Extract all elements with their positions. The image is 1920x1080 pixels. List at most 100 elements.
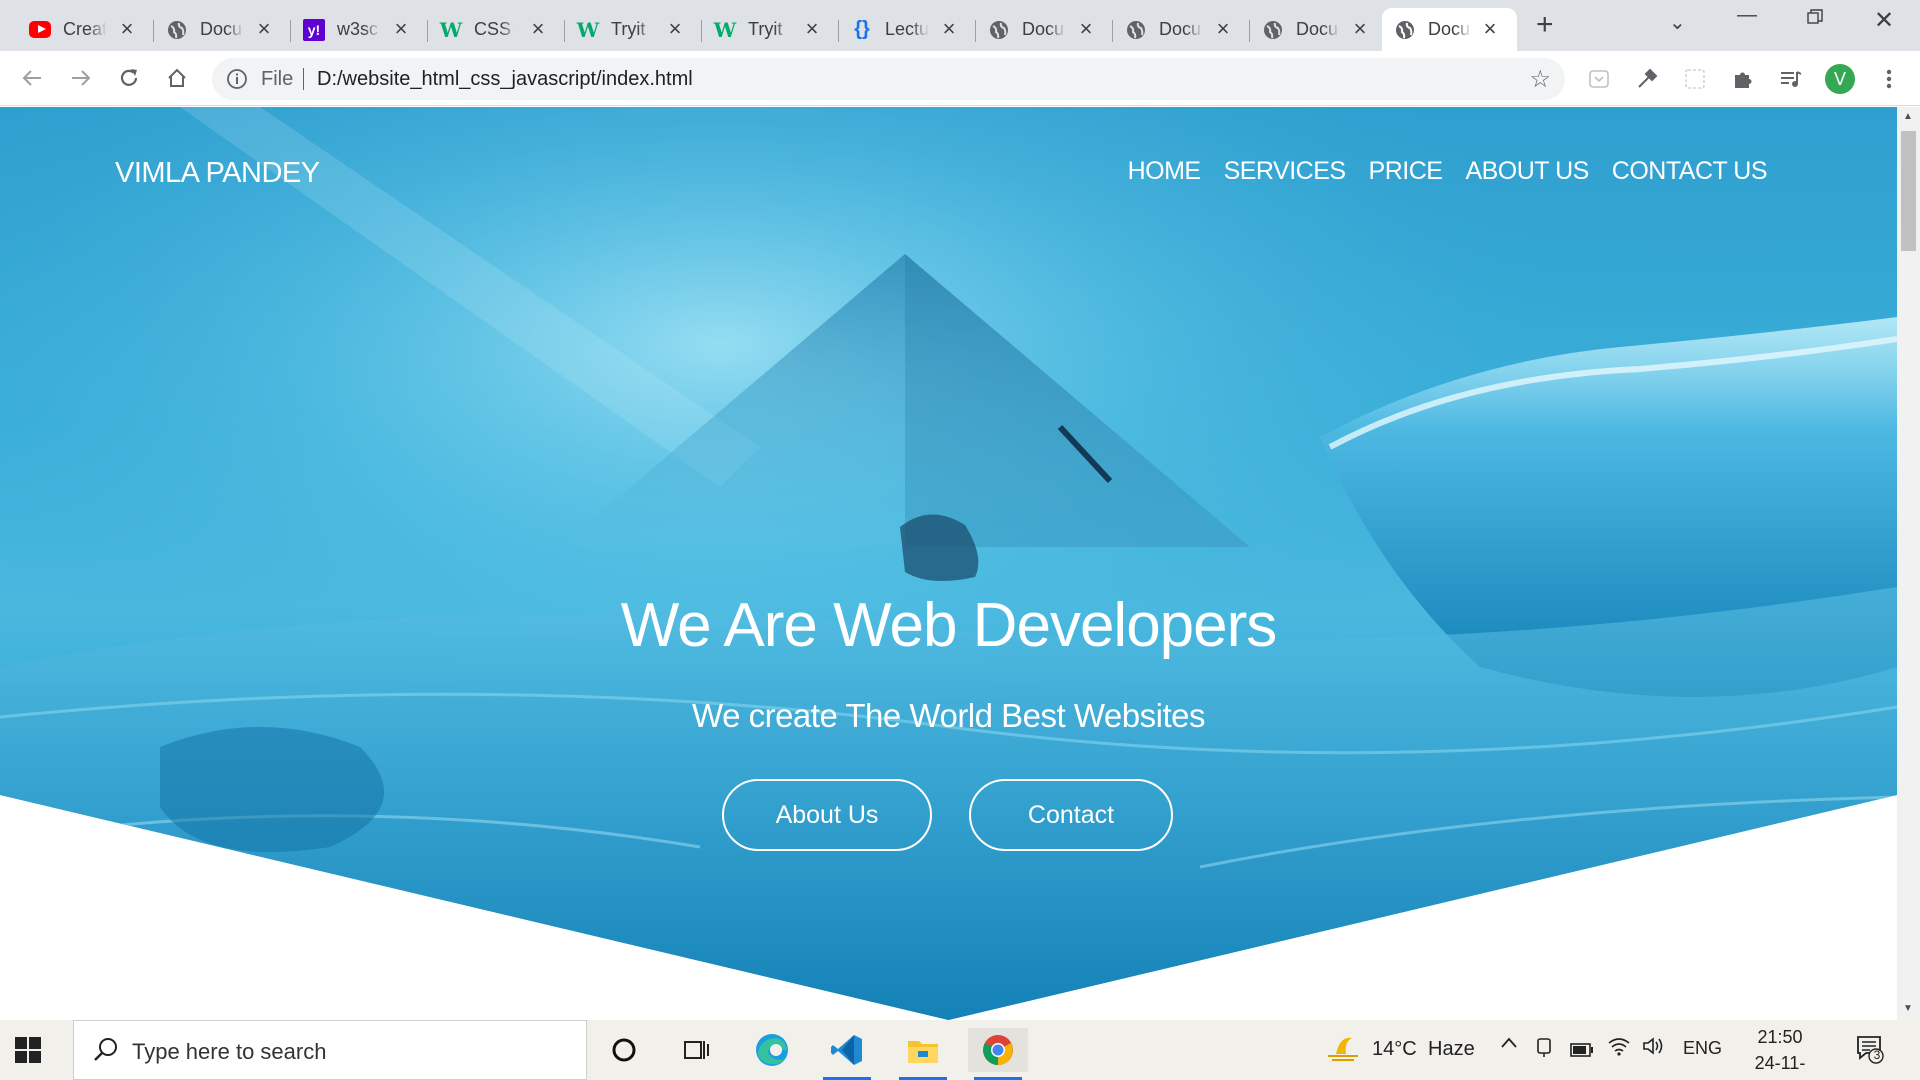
tab-5[interactable]: W Tryit × [702, 8, 839, 51]
contact-button[interactable]: Contact [969, 779, 1173, 851]
tab-3[interactable]: W CSS f × [428, 8, 565, 51]
cortana-icon[interactable] [594, 1028, 654, 1072]
meet-now-icon[interactable] [1535, 1036, 1555, 1064]
tab-0[interactable]: Creat × [17, 8, 154, 51]
tab-8[interactable]: Docu × [1113, 8, 1250, 51]
profile-avatar[interactable]: V [1825, 64, 1855, 94]
close-icon[interactable]: × [803, 18, 821, 40]
weather-condition[interactable]: Haze [1428, 1038, 1475, 1061]
tab-2[interactable]: y! w3sc × [291, 8, 428, 51]
puzzle-extensions-icon[interactable] [1730, 66, 1756, 92]
vscode-icon[interactable] [817, 1028, 877, 1080]
info-icon[interactable] [226, 68, 248, 90]
reload-button[interactable] [114, 63, 144, 93]
tab-label: Lectu [885, 19, 929, 39]
minimize-button[interactable]: — [1737, 4, 1757, 27]
windows-taskbar: Type here to search 14°C Haze ENG 21:50 … [0, 1020, 1920, 1080]
show-hidden-icons-chevron-icon[interactable] [1499, 1034, 1519, 1057]
battery-icon[interactable] [1570, 1040, 1594, 1063]
search-icon [92, 1036, 120, 1064]
address-bar[interactable]: File D:/website_html_css_javascript/inde… [212, 58, 1565, 100]
close-icon[interactable]: × [1351, 18, 1369, 40]
youtube-icon [29, 19, 51, 41]
hero-section: VIMLA PANDEY HOME SERVICES PRICE ABOUT U… [0, 107, 1897, 1020]
close-icon[interactable]: × [1214, 18, 1232, 40]
tab-strip: Creat × Docu × y! w3sc × W CSS f × W Try… [0, 0, 1920, 51]
tab-label: Tryit [611, 19, 646, 39]
scrollbar-thumb[interactable] [1901, 131, 1916, 251]
new-tab-button[interactable]: + [1536, 10, 1554, 40]
globe-icon [166, 19, 188, 41]
tab-label: CSS f [474, 19, 518, 39]
tab-label: Docu [1022, 19, 1065, 39]
scroll-up-arrow-icon[interactable]: ▲ [1903, 111, 1913, 122]
task-view-icon[interactable] [666, 1028, 726, 1072]
tab-label: Docu [1296, 19, 1339, 39]
nav-about-us[interactable]: ABOUT US [1465, 157, 1589, 186]
tab-9[interactable]: Docu × [1250, 8, 1387, 51]
wifi-icon[interactable] [1607, 1036, 1631, 1062]
nav-price[interactable]: PRICE [1369, 157, 1443, 186]
close-icon[interactable]: × [118, 18, 136, 40]
scroll-down-arrow-icon[interactable]: ▼ [1903, 1003, 1913, 1014]
system-clock[interactable]: 21:50 24-11-2021 [1735, 1024, 1825, 1080]
globe-icon [988, 19, 1010, 41]
home-button[interactable] [162, 63, 192, 93]
tab-label: Docu [1428, 19, 1471, 39]
hero-headline: We Are Web Developers [620, 591, 1278, 660]
windows-start-icon[interactable] [14, 1036, 42, 1064]
page-viewport: VIMLA PANDEY HOME SERVICES PRICE ABOUT U… [0, 107, 1897, 1020]
code-brace-icon: {} [854, 18, 870, 40]
url-text[interactable]: D:/website_html_css_javascript/index.htm… [317, 68, 693, 91]
menu-kebab-icon[interactable] [1876, 66, 1902, 92]
nav-services[interactable]: SERVICES [1224, 157, 1346, 186]
tab-search-chevron-icon[interactable]: ⌄ [1669, 10, 1686, 35]
close-icon[interactable]: × [1077, 18, 1095, 40]
volume-icon[interactable] [1642, 1036, 1666, 1062]
clock-date: 24-11-2021 [1754, 1053, 1806, 1080]
notifications-icon[interactable]: 3 [1856, 1034, 1886, 1064]
pocket-extension-icon[interactable] [1586, 66, 1612, 92]
close-icon[interactable]: × [666, 18, 684, 40]
tab-4[interactable]: W Tryit × [565, 8, 702, 51]
close-icon[interactable]: × [1481, 18, 1499, 40]
browser-toolbar: File D:/website_html_css_javascript/inde… [0, 51, 1920, 106]
page-scrollbar[interactable]: ▲ ▼ [1897, 107, 1920, 1020]
chrome-icon[interactable] [968, 1028, 1028, 1080]
close-icon[interactable]: × [392, 18, 410, 40]
brand-logo[interactable]: VIMLA PANDEY [115, 157, 320, 190]
about-us-button[interactable]: About Us [722, 779, 932, 851]
globe-icon [1125, 19, 1147, 41]
weather-icon[interactable] [1326, 1032, 1360, 1070]
nav-home[interactable]: HOME [1128, 157, 1202, 186]
yahoo-icon: y! [303, 18, 325, 41]
tab-7[interactable]: Docu × [976, 8, 1113, 51]
tab-6[interactable]: {} Lectu × [839, 8, 976, 51]
input-language[interactable]: ENG [1683, 1038, 1722, 1059]
tab-1[interactable]: Docu × [154, 8, 291, 51]
bookmark-star-icon[interactable]: ☆ [1529, 65, 1551, 94]
eyedropper-extension-icon[interactable] [1634, 66, 1660, 92]
edge-browser-icon[interactable] [742, 1028, 802, 1072]
nav-contact-us[interactable]: CONTACT US [1612, 157, 1768, 186]
extension-icon[interactable] [1682, 66, 1708, 92]
clock-time: 21:50 [1757, 1027, 1803, 1047]
forward-button[interactable] [66, 63, 96, 93]
taskbar-search-box[interactable]: Type here to search [73, 1020, 587, 1080]
weather-temp[interactable]: 14°C [1372, 1038, 1417, 1061]
w3schools-icon: W [576, 17, 600, 42]
close-icon[interactable]: × [529, 18, 547, 40]
media-control-icon[interactable] [1778, 66, 1804, 92]
close-icon[interactable]: × [255, 18, 273, 40]
globe-icon [1262, 19, 1284, 41]
notification-count: 3 [1873, 1048, 1881, 1062]
tab-label: Creat [63, 19, 107, 39]
tab-10-active[interactable]: Docu × [1382, 8, 1517, 51]
hero-background-image [0, 107, 1897, 1020]
close-icon[interactable]: × [940, 18, 958, 40]
scheme-label: File [261, 68, 294, 90]
close-window-button[interactable]: ✕ [1874, 6, 1894, 35]
restore-button[interactable] [1807, 8, 1823, 31]
file-explorer-icon[interactable] [893, 1028, 953, 1080]
back-button[interactable] [17, 63, 47, 93]
